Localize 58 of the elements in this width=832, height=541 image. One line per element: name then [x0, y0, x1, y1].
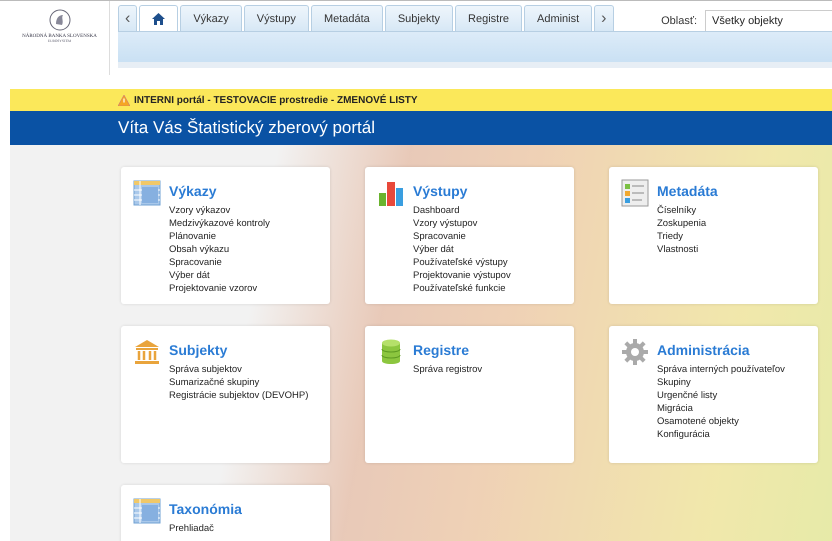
area-label: Oblasť:: [661, 15, 697, 27]
module-link[interactable]: Migrácia: [657, 402, 785, 415]
warning-text: INTERNI portál - TESTOVACIE prostredie - ZMENOVÉ LISTY: [134, 94, 418, 106]
module-link[interactable]: Projektovanie výstupov: [413, 269, 511, 282]
scroll-right-button[interactable]: ›: [594, 5, 614, 31]
module-link[interactable]: Osamotené objekty: [657, 415, 785, 428]
scroll-left-button[interactable]: ‹: [118, 5, 138, 31]
nav-tab[interactable]: Administ: [524, 5, 592, 31]
module-title[interactable]: Taxonómia: [169, 501, 242, 517]
module-title[interactable]: Administrácia: [657, 342, 785, 358]
gear-icon: [621, 338, 649, 366]
module-link[interactable]: Zoskupenia: [657, 217, 718, 230]
module-link[interactable]: Skupiny: [657, 376, 785, 389]
table-icon: [133, 179, 161, 207]
checklist-icon: [621, 179, 649, 207]
table-icon: [133, 497, 161, 525]
module-link[interactable]: Výber dát: [413, 243, 511, 256]
nav-tab[interactable]: Výkazy: [180, 5, 242, 31]
bank-building-icon: [133, 338, 161, 366]
home-tab[interactable]: [139, 5, 178, 31]
module-link[interactable]: Konfigurácia: [657, 428, 785, 441]
module-link[interactable]: Sumarizačné skupiny: [169, 376, 308, 389]
nav-tab[interactable]: Výstupy: [244, 5, 309, 31]
module-link[interactable]: Medzivýkazové kontroly: [169, 217, 270, 230]
nav-tab[interactable]: Subjekty: [384, 5, 454, 31]
module-link[interactable]: Prehliadač: [169, 522, 242, 535]
portal-title: Víta Vás Štatistický zberový portál: [118, 118, 375, 138]
nav-tab[interactable]: Registre: [455, 5, 522, 31]
module-link[interactable]: Spracovanie: [413, 230, 511, 243]
area-select[interactable]: Všetky objekty: [705, 10, 832, 32]
module-title[interactable]: Výkazy: [169, 183, 270, 199]
module-link[interactable]: Registrácie subjektov (DEVOHP): [169, 389, 308, 402]
module-link[interactable]: Triedy: [657, 230, 718, 243]
module-link[interactable]: Vzory výkazov: [169, 204, 270, 217]
module-link[interactable]: Správa subjektov: [169, 363, 308, 376]
module-link[interactable]: Vlastnosti: [657, 243, 718, 256]
module-link[interactable]: Výber dát: [169, 269, 270, 282]
module-link[interactable]: Obsah výkazu: [169, 243, 270, 256]
module-link[interactable]: Projektovanie vzorov: [169, 282, 270, 295]
module-link[interactable]: Spracovanie: [169, 256, 270, 269]
module-link[interactable]: Správa registrov: [413, 363, 482, 376]
module-title[interactable]: Metadáta: [657, 183, 718, 199]
module-title[interactable]: Subjekty: [169, 342, 308, 358]
module-link[interactable]: Správa interných používateľov: [657, 363, 785, 376]
module-title[interactable]: Výstupy: [413, 183, 511, 199]
module-link[interactable]: Číselníky: [657, 204, 718, 217]
warning-icon: [118, 94, 130, 106]
module-link[interactable]: Urgenčné listy: [657, 389, 785, 402]
module-link[interactable]: Používateľské výstupy: [413, 256, 511, 269]
module-link[interactable]: Používateľské funkcie: [413, 282, 511, 295]
home-icon: [152, 12, 166, 24]
nav-tab[interactable]: Metadáta: [310, 5, 383, 31]
module-link[interactable]: Dashboard: [413, 204, 511, 217]
module-link[interactable]: Plánovanie: [169, 230, 270, 243]
bar-chart-icon: [377, 179, 405, 207]
module-title[interactable]: Registre: [413, 342, 482, 358]
emblem-icon: [48, 9, 70, 31]
module-link[interactable]: Vzory výstupov: [413, 217, 511, 230]
